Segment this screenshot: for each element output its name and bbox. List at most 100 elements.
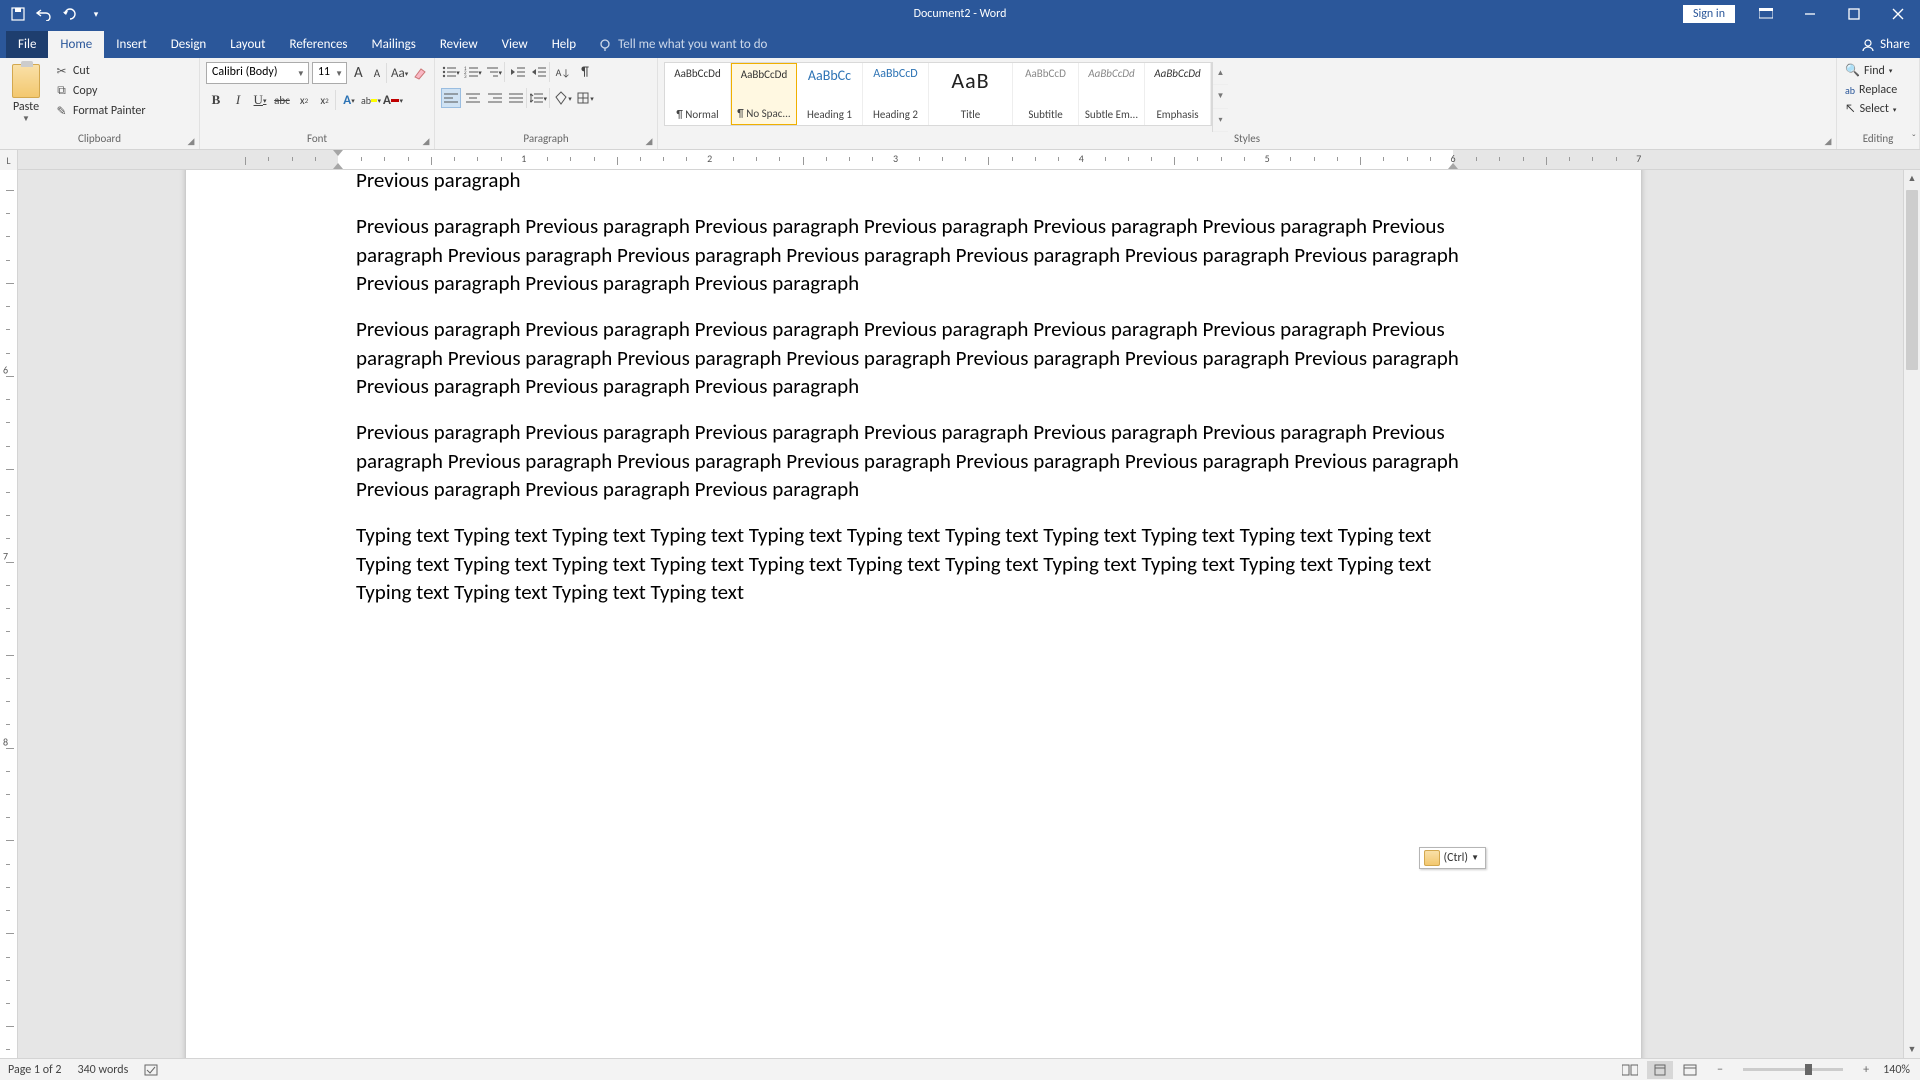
tab-view[interactable]: View — [490, 31, 540, 58]
subscript-button[interactable]: x2 — [294, 90, 314, 110]
document-paragraph[interactable]: Typing text Typing text Typing text Typi… — [356, 521, 1471, 606]
clipboard-dialog-launcher[interactable]: ◢ — [185, 135, 197, 147]
zoom-out-button[interactable]: − — [1707, 1061, 1733, 1079]
find-button[interactable]: 🔍Find▾ — [1843, 62, 1913, 79]
sign-in-button[interactable]: Sign in — [1682, 4, 1736, 24]
tab-layout[interactable]: Layout — [218, 31, 277, 58]
font-name-combo[interactable]: Calibri (Body)▼ — [206, 62, 309, 84]
tab-file[interactable]: File — [6, 31, 48, 58]
undo-icon[interactable] — [32, 3, 56, 25]
horizontal-ruler[interactable]: L 1234567 — [0, 150, 1920, 170]
zoom-slider[interactable] — [1743, 1068, 1843, 1071]
font-size-combo[interactable]: 11▼ — [312, 62, 347, 84]
document-paragraph[interactable]: Previous paragraph Previous paragraph Pr… — [356, 212, 1471, 297]
redo-icon[interactable] — [58, 3, 82, 25]
replace-button[interactable]: abReplace — [1843, 82, 1913, 98]
style-item[interactable]: AaBbCcDHeading 2 — [863, 63, 929, 125]
close-icon[interactable] — [1876, 0, 1920, 28]
tab-design[interactable]: Design — [159, 31, 218, 58]
save-icon[interactable] — [6, 3, 30, 25]
proofing-icon[interactable] — [144, 1063, 160, 1077]
styles-gallery[interactable]: AaBbCcDd¶ NormalAaBbCcDd¶ No Spac...AaBb… — [664, 62, 1212, 126]
align-center-button[interactable] — [463, 88, 483, 108]
select-button[interactable]: ↖Select▾ — [1843, 101, 1913, 117]
print-layout-icon[interactable] — [1647, 1061, 1673, 1079]
align-left-button[interactable] — [441, 88, 461, 108]
sort-button[interactable]: A↓ — [553, 62, 573, 82]
scrollbar-thumb[interactable] — [1906, 190, 1918, 370]
collapse-ribbon-icon[interactable]: ˇ — [1912, 132, 1916, 145]
document-paragraph[interactable]: Previous paragraph — [356, 170, 1471, 194]
tab-help[interactable]: Help — [540, 31, 588, 58]
style-item[interactable]: AaBbCcHeading 1 — [797, 63, 863, 125]
tell-me-search[interactable]: Tell me what you want to do — [588, 31, 777, 58]
qat-customize-icon[interactable]: ▾ — [84, 3, 108, 25]
highlight-button[interactable]: ab▾ — [361, 90, 381, 110]
show-marks-button[interactable]: ¶ — [575, 62, 595, 82]
numbering-button[interactable]: 123▾ — [463, 62, 483, 82]
align-right-button[interactable] — [485, 88, 505, 108]
zoom-level[interactable]: 140% — [1883, 1063, 1910, 1077]
read-mode-icon[interactable] — [1617, 1061, 1643, 1079]
document-paragraph[interactable]: Previous paragraph Previous paragraph Pr… — [356, 315, 1471, 400]
tab-insert[interactable]: Insert — [104, 31, 159, 58]
scroll-up-icon[interactable]: ▲ — [1904, 170, 1920, 187]
paste-options-button[interactable]: (Ctrl) ▼ — [1419, 847, 1486, 869]
zoom-in-button[interactable]: + — [1853, 1061, 1879, 1079]
borders-button[interactable]: ▾ — [575, 88, 595, 108]
bullets-button[interactable]: ▾ — [441, 62, 461, 82]
format-painter-button[interactable]: ✎Format Painter — [50, 102, 150, 120]
style-item[interactable]: AaBbCcDdSubtle Em... — [1079, 63, 1145, 125]
style-item[interactable]: AaBbCcDd¶ No Spac... — [731, 63, 797, 125]
vertical-scrollbar[interactable]: ▲ ▼ — [1903, 170, 1920, 1058]
superscript-button[interactable]: x2 — [316, 90, 336, 110]
document-paragraph[interactable]: Previous paragraph Previous paragraph Pr… — [356, 418, 1471, 503]
shrink-font-button[interactable]: A — [370, 63, 387, 83]
styles-scrollbar[interactable]: ▲ ▼ ▾ — [1212, 62, 1228, 132]
shading-button[interactable]: ▾ — [553, 88, 573, 108]
copy-button[interactable]: ⧉Copy — [50, 82, 150, 100]
change-case-button[interactable]: Aa▾ — [391, 63, 408, 83]
line-spacing-button[interactable]: ▾ — [530, 88, 550, 108]
document-viewport[interactable]: Previous paragraph Previous paragraph Pr… — [18, 170, 1903, 1058]
font-dialog-launcher[interactable]: ◢ — [420, 135, 432, 147]
vertical-ruler[interactable]: 678 — [0, 170, 18, 1058]
web-layout-icon[interactable] — [1677, 1061, 1703, 1079]
italic-button[interactable]: I — [228, 90, 248, 110]
ruler-tab-selector[interactable]: L — [0, 150, 18, 170]
underline-button[interactable]: U▾ — [250, 90, 270, 110]
paragraph-dialog-launcher[interactable]: ◢ — [643, 135, 655, 147]
style-item[interactable]: AaBbCcDd¶ Normal — [665, 63, 731, 125]
clear-formatting-button[interactable] — [411, 63, 428, 83]
bold-button[interactable]: B — [206, 90, 226, 110]
tab-references[interactable]: References — [278, 31, 360, 58]
grow-font-button[interactable]: A — [350, 63, 367, 83]
paste-button[interactable]: Paste ▼ — [6, 62, 46, 128]
font-color-button[interactable]: A▾ — [383, 90, 403, 110]
style-item[interactable]: AaBbCcDdEmphasis — [1145, 63, 1211, 125]
maximize-icon[interactable] — [1832, 0, 1876, 28]
tab-mailings[interactable]: Mailings — [360, 31, 428, 58]
multilevel-list-button[interactable]: ▾ — [485, 62, 505, 82]
text-effects-button[interactable]: A▾ — [339, 90, 359, 110]
scroll-up-icon[interactable]: ▲ — [1213, 62, 1228, 85]
scroll-down-icon[interactable]: ▼ — [1213, 85, 1228, 108]
scroll-down-icon[interactable]: ▼ — [1904, 1041, 1920, 1058]
share-button[interactable]: Share — [1861, 31, 1910, 58]
word-count[interactable]: 340 words — [78, 1063, 129, 1077]
zoom-slider-thumb[interactable] — [1805, 1064, 1812, 1075]
strikethrough-button[interactable]: abc — [272, 90, 292, 110]
styles-dialog-launcher[interactable]: ◢ — [1822, 135, 1834, 147]
cut-button[interactable]: ✂Cut — [50, 62, 150, 80]
tab-review[interactable]: Review — [428, 31, 490, 58]
tab-home[interactable]: Home — [48, 31, 104, 58]
style-item[interactable]: AaBTitle — [929, 63, 1013, 125]
decrease-indent-button[interactable] — [508, 62, 528, 82]
justify-button[interactable] — [507, 88, 527, 108]
minimize-icon[interactable] — [1788, 0, 1832, 28]
styles-more-icon[interactable]: ▾ — [1213, 109, 1228, 132]
page-indicator[interactable]: Page 1 of 2 — [8, 1063, 62, 1077]
style-item[interactable]: AaBbCcDSubtitle — [1013, 63, 1079, 125]
ribbon-display-icon[interactable] — [1744, 0, 1788, 28]
increase-indent-button[interactable] — [530, 62, 550, 82]
